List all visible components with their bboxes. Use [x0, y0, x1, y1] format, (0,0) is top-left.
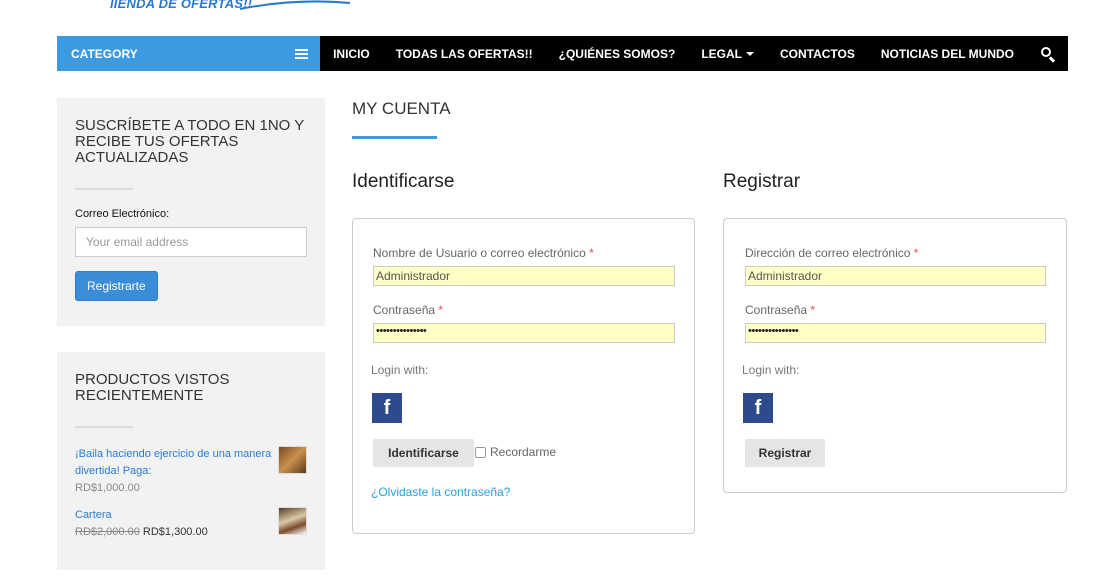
remember-checkbox[interactable]	[475, 446, 486, 458]
nav-item-contactos[interactable]: CONTACTOS	[780, 47, 855, 61]
username-field[interactable]: Administrador	[373, 266, 675, 286]
email-label: Correo Electrónico:	[75, 208, 170, 220]
product-price: RD$1,300.00	[142, 526, 208, 538]
password-label-text: Contraseña	[373, 303, 436, 317]
register-heading: Registrar	[723, 171, 801, 192]
username-label-text: Nombre de Usuario o correo electrónico	[373, 246, 586, 260]
register-email-field[interactable]: Administrador	[745, 266, 1046, 286]
username-label: Nombre de Usuario o correo electrónico *	[373, 246, 594, 260]
category-label: CATEGORY	[71, 46, 138, 61]
required-mark: *	[810, 303, 816, 317]
login-button[interactable]: Identificarse	[373, 439, 474, 467]
site-logo-text[interactable]: IIENDA DE OFERTAS!!	[110, 0, 252, 11]
password-label: Contraseña *	[373, 303, 443, 317]
forgot-password-link[interactable]: ¿Olvidaste la contraseña?	[371, 485, 510, 499]
subscribe-email-input[interactable]	[75, 227, 307, 257]
register-password-field[interactable]: •••••••••••••••	[745, 323, 1046, 343]
list-item: ¡Baila haciendo ejercicio de una manera …	[75, 446, 307, 497]
required-mark: *	[438, 303, 444, 317]
logo-swoosh-icon	[240, 0, 350, 10]
nav-item-legal[interactable]: LEGAL	[701, 47, 754, 61]
required-mark: *	[913, 246, 919, 260]
register-button[interactable]: Registrar	[745, 439, 825, 467]
product-link[interactable]: ¡Baila haciendo ejercicio de una manera …	[75, 448, 271, 477]
list-item: Cartera RD$2,000.00 RD$1,300.00	[75, 507, 307, 541]
divider	[75, 188, 133, 190]
register-email-label: Dirección de correo electrónico *	[745, 246, 918, 260]
login-heading: Identificarse	[352, 171, 455, 192]
subscribe-title: SUSCRÍBETE A TODO EN 1NO Y RECIBE TUS OF…	[75, 117, 304, 166]
register-form: Dirección de correo electrónico * Admini…	[723, 218, 1067, 493]
title-underline	[352, 136, 437, 139]
subscribe-widget: SUSCRÍBETE A TODO EN 1NO Y RECIBE TUS OF…	[57, 98, 325, 326]
nav-item-noticias-del-mundo[interactable]: NOTICIAS DEL MUNDO	[881, 47, 1014, 61]
divider	[75, 426, 133, 428]
nav-item-legal-label: LEGAL	[701, 46, 742, 61]
category-menu-toggle[interactable]: CATEGORY	[57, 36, 321, 71]
recent-products-widget: PRODUCTOS VISTOS RECIENTEMENTE ¡Baila ha…	[57, 352, 325, 570]
remember-me[interactable]: Recordarme	[475, 445, 556, 459]
product-thumbnail[interactable]	[278, 507, 307, 535]
required-mark: *	[589, 246, 594, 260]
subscribe-button[interactable]: Registrarte	[75, 271, 158, 301]
product-link[interactable]: Cartera	[75, 509, 112, 521]
product-price: RD$1,000.00	[75, 482, 140, 494]
search-icon[interactable]	[1040, 46, 1056, 62]
register-password-label-text: Contraseña	[745, 303, 808, 317]
product-thumbnail[interactable]	[278, 446, 307, 474]
nav-item-inicio[interactable]: INICIO	[333, 47, 370, 61]
caret-down-icon	[745, 51, 754, 56]
password-field[interactable]: •••••••••••••••	[373, 323, 675, 343]
register-password-label: Contraseña *	[745, 303, 815, 317]
facebook-icon[interactable]: f	[743, 393, 773, 423]
login-with-label: Login with:	[742, 363, 800, 377]
nav-item-todas-las-ofertas[interactable]: TODAS LAS OFERTAS!!	[396, 47, 533, 61]
login-with-label: Login with:	[371, 363, 429, 377]
recent-products-title: PRODUCTOS VISTOS RECIENTEMENTE	[75, 371, 230, 404]
login-form: Nombre de Usuario o correo electrónico *…	[352, 218, 695, 534]
page-title: MY CUENTA	[352, 99, 451, 118]
product-old-price: RD$2,000.00	[75, 526, 140, 538]
hamburger-icon	[295, 48, 309, 59]
facebook-icon[interactable]: f	[372, 393, 402, 423]
nav-item-quienes-somos[interactable]: ¿QUIÉNES SOMOS?	[559, 47, 676, 61]
main-navbar: CATEGORY INICIO TODAS LAS OFERTAS!! ¿QUI…	[57, 36, 1068, 71]
register-email-label-text: Dirección de correo electrónico	[745, 246, 911, 260]
remember-label: Recordarme	[490, 445, 557, 459]
nav-menu: INICIO TODAS LAS OFERTAS!! ¿QUIÉNES SOMO…	[320, 36, 1068, 71]
